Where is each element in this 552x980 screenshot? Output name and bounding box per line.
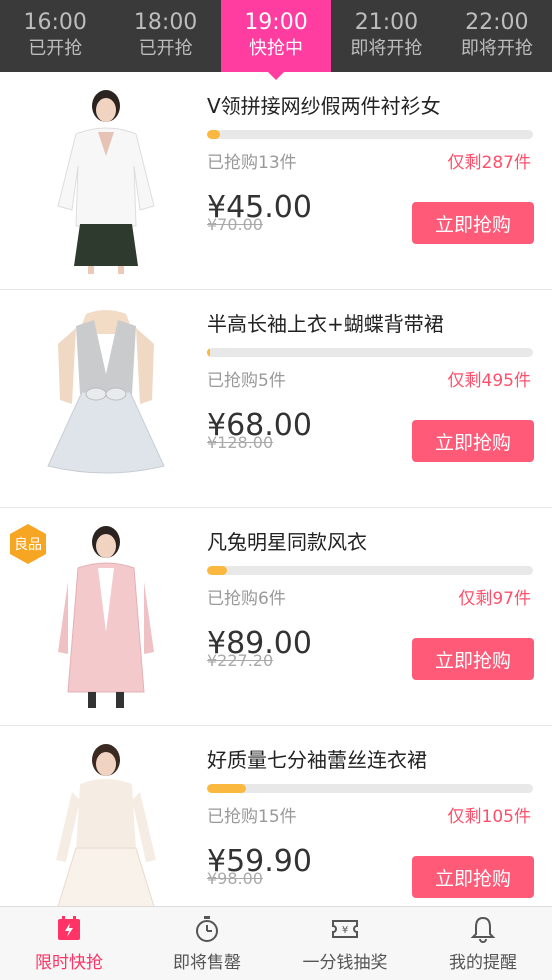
stopwatch-icon — [196, 916, 218, 942]
product-image[interactable] — [36, 304, 176, 494]
progress-bar — [207, 130, 533, 139]
slot-time: 19:00 — [244, 10, 308, 35]
original-price: ¥98.00 — [207, 869, 263, 888]
slot-status: 已开抢 — [28, 38, 83, 59]
product-item[interactable]: V领拼接网纱假两件衬衫女 已抢购13件 仅剩287件 ¥45.00 ¥70.00… — [0, 72, 552, 290]
slot-time: 16:00 — [23, 10, 87, 35]
sold-count: 已抢购13件 — [207, 153, 297, 173]
slot-status: 已开抢 — [138, 38, 193, 59]
progress-fill — [207, 348, 211, 357]
time-slot-1900[interactable]: 19:00 快抢中 — [220, 0, 332, 80]
bell-icon — [470, 916, 496, 943]
sold-count: 已抢购6件 — [207, 589, 286, 609]
sold-count: 已抢购15件 — [207, 807, 297, 827]
product-item[interactable]: 好质量七分袖蕾丝连衣裙 已抢购15件 仅剩105件 ¥59.90 ¥98.00 … — [0, 726, 552, 906]
original-price: ¥128.00 — [207, 433, 274, 452]
product-title: 半高长袖上衣+蝴蝶背带裙 — [207, 312, 444, 336]
yen-ticket-icon: ¥ — [332, 920, 358, 938]
nav-label: 限时快抢 — [35, 953, 103, 973]
slot-time: 21:00 — [354, 10, 419, 35]
product-image[interactable] — [36, 522, 176, 712]
remaining-count: 仅剩495件 — [447, 371, 531, 391]
bottom-nav: 限时快抢 即将售罄 ¥ 一分钱抽奖 我的提醒 — [0, 906, 552, 980]
nav-label: 一分钱抽奖 — [302, 953, 388, 973]
nav-item-selling-out[interactable]: 即将售罄 — [138, 907, 276, 980]
slot-time: 18:00 — [133, 10, 198, 35]
progress-fill — [207, 784, 247, 793]
flash-calendar-icon — [58, 916, 80, 940]
svg-text:¥: ¥ — [342, 925, 348, 936]
original-price: ¥227.20 — [207, 651, 274, 670]
product-title: 凡兔明星同款风衣 — [207, 530, 367, 554]
progress-fill — [207, 130, 221, 139]
product-item[interactable]: 良品 凡兔明星同款风衣 已抢购6件 仅剩97件 ¥89.00 ¥227.20 立… — [0, 508, 552, 726]
product-item[interactable]: 半高长袖上衣+蝴蝶背带裙 已抢购5件 仅剩495件 ¥68.00 ¥128.00… — [0, 290, 552, 508]
time-slot-2200[interactable]: 22:00 即将开抢 — [442, 0, 552, 72]
remaining-count: 仅剩287件 — [447, 153, 531, 173]
buy-now-button[interactable]: 立即抢购 — [412, 856, 534, 898]
remaining-count: 仅剩105件 — [447, 807, 531, 827]
sold-count: 已抢购5件 — [207, 371, 286, 391]
buy-now-button[interactable]: 立即抢购 — [412, 638, 534, 680]
progress-bar — [207, 348, 533, 357]
slot-status: 即将开抢 — [350, 38, 423, 59]
slot-status: 快抢中 — [249, 38, 304, 59]
time-slot-1600[interactable]: 16:00 已开抢 — [0, 0, 110, 72]
slot-time: 22:00 — [465, 10, 529, 35]
nav-item-penny-lottery[interactable]: ¥ 一分钱抽奖 — [276, 907, 414, 980]
time-slot-1800[interactable]: 18:00 已开抢 — [110, 0, 220, 72]
product-list: V领拼接网纱假两件衬衫女 已抢购13件 仅剩287件 ¥45.00 ¥70.00… — [0, 72, 552, 906]
remaining-count: 仅剩97件 — [458, 589, 531, 609]
original-price: ¥70.00 — [207, 215, 263, 234]
progress-bar — [207, 784, 533, 793]
buy-now-button[interactable]: 立即抢购 — [412, 420, 534, 462]
slot-status: 即将开抢 — [460, 38, 533, 59]
nav-label: 即将售罄 — [173, 953, 241, 973]
time-slot-bar: 16:00 已开抢 18:00 已开抢 19:00 快抢中 21:00 即将开抢… — [0, 0, 552, 80]
progress-bar — [207, 566, 533, 575]
time-slot-2100[interactable]: 21:00 即将开抢 — [331, 0, 441, 72]
nav-item-my-reminders[interactable]: 我的提醒 — [414, 907, 552, 980]
product-image[interactable] — [36, 86, 176, 276]
buy-now-button[interactable]: 立即抢购 — [412, 202, 534, 244]
progress-fill — [207, 566, 227, 575]
product-title: V领拼接网纱假两件衬衫女 — [207, 94, 441, 118]
product-image[interactable] — [36, 740, 176, 906]
nav-label: 我的提醒 — [449, 953, 517, 973]
product-title: 好质量七分袖蕾丝连衣裙 — [207, 748, 427, 772]
nav-item-flash-sale[interactable]: 限时快抢 — [0, 907, 138, 980]
